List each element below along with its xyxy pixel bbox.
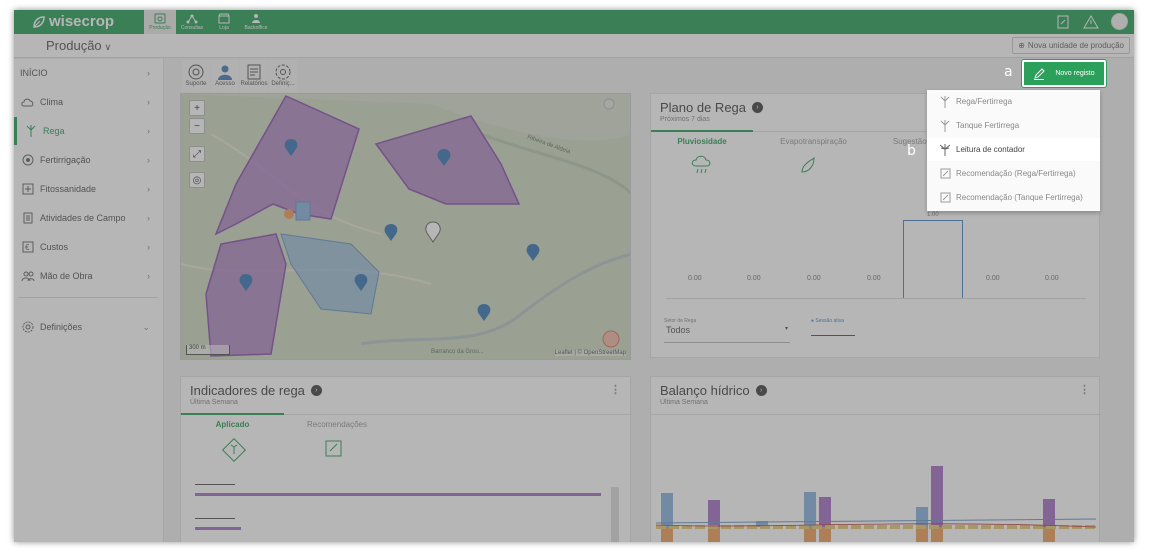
new-record-button[interactable]: Novo registo bbox=[1022, 60, 1106, 87]
pencil-icon bbox=[1034, 67, 1046, 80]
new-record-label: Novo registo bbox=[1055, 70, 1095, 77]
edit-square-icon bbox=[939, 168, 951, 180]
sprinkler-icon bbox=[939, 119, 951, 132]
edit-square-icon bbox=[939, 192, 951, 204]
sprinkler-icon bbox=[939, 143, 951, 156]
menu-item-label: Tanque Fertirrega bbox=[956, 121, 1020, 130]
menu-item-label: Rega/Fertirrega bbox=[956, 97, 1013, 106]
callout-a: a bbox=[1004, 64, 1013, 80]
menu-item-recomendacao-rega[interactable]: Recomendação (Rega/Fertirrega) bbox=[927, 162, 1100, 185]
menu-item-label: Recomendação (Rega/Fertirrega) bbox=[956, 169, 1076, 178]
menu-item-leitura-contador[interactable]: Leitura de contador bbox=[927, 138, 1100, 161]
app-window: wisecrop Produção Consultas Loja Backoff… bbox=[14, 10, 1134, 542]
callout-b: b bbox=[907, 143, 916, 159]
menu-item-label: Recomendação (Tanque Fertirrega) bbox=[956, 193, 1083, 202]
menu-item-rega-fertirrega[interactable]: Rega/Fertirrega bbox=[927, 90, 1100, 113]
menu-item-recomendacao-tanque[interactable]: Recomendação (Tanque Fertirrega) bbox=[927, 186, 1100, 209]
sprinkler-icon bbox=[939, 95, 951, 108]
menu-item-label: Leitura de contador bbox=[956, 145, 1025, 154]
new-record-menu: Rega/Fertirrega Tanque Fertirrega Leitur… bbox=[927, 90, 1100, 211]
menu-item-tanque-fertirrega[interactable]: Tanque Fertirrega bbox=[927, 114, 1100, 137]
